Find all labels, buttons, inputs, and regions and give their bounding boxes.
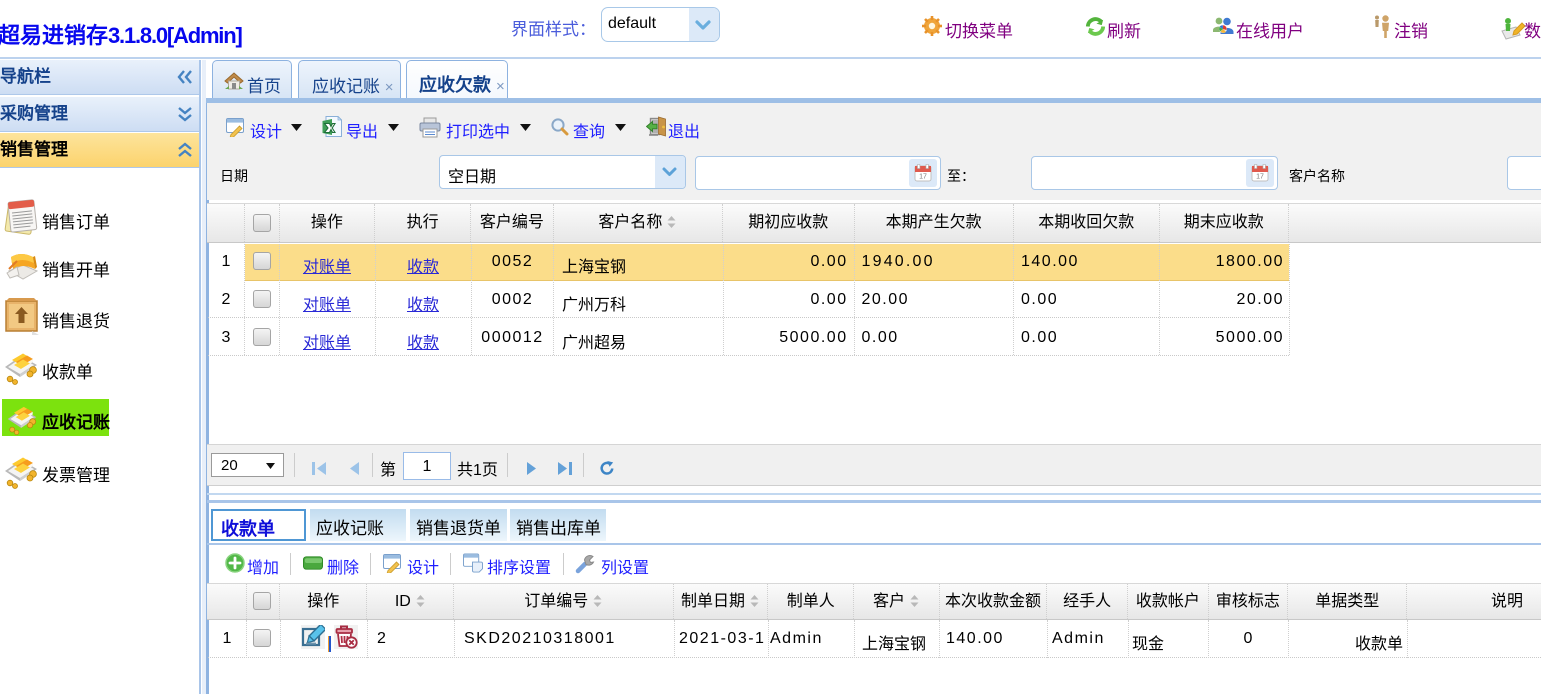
svg-text:17: 17: [1256, 174, 1264, 181]
svg-text:17: 17: [919, 174, 927, 181]
